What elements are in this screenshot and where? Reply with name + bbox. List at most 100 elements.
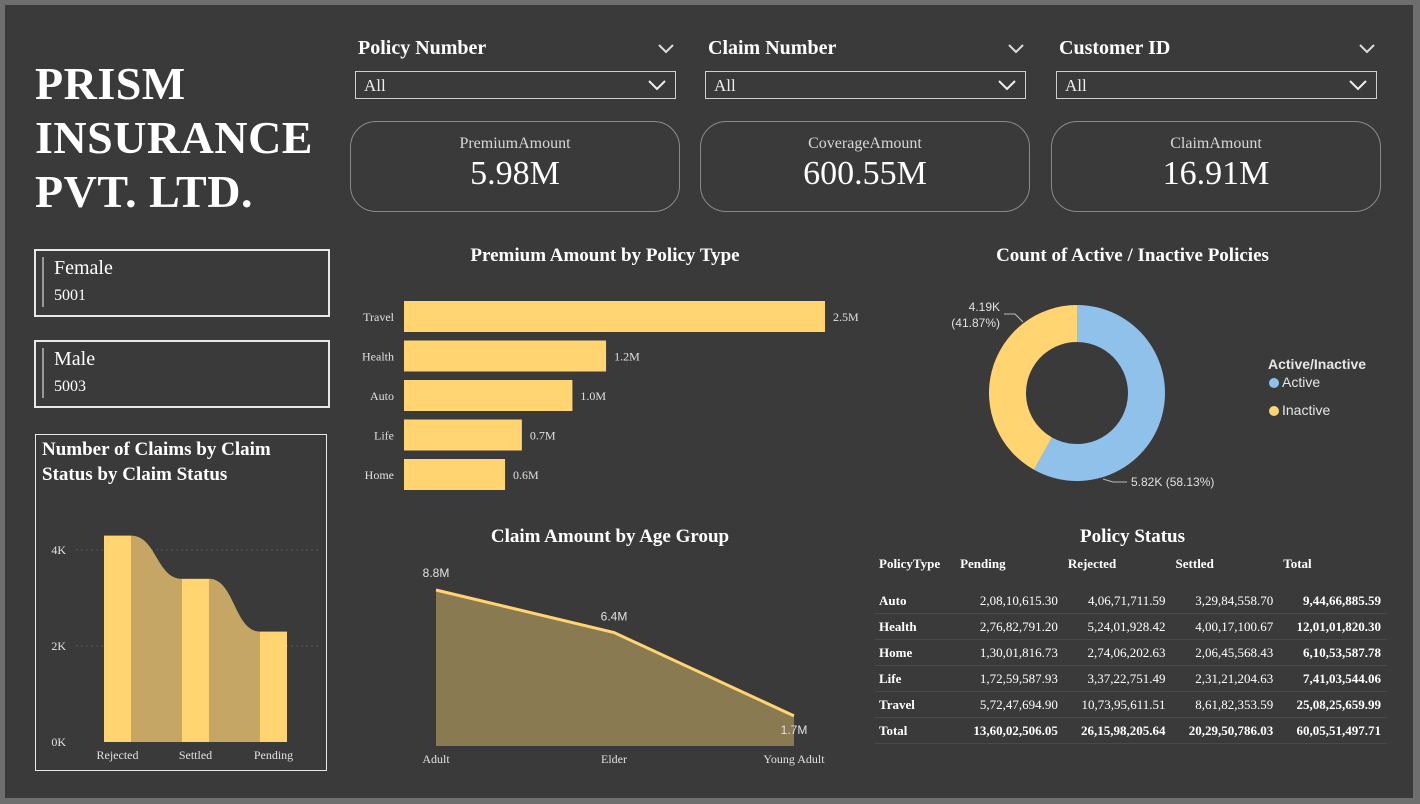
company-title-line1: PRISM	[35, 58, 186, 109]
chevron-down-icon[interactable]	[1007, 43, 1025, 55]
kpi-claim-amount: ClaimAmount 16.91M	[1051, 121, 1381, 212]
table-row[interactable]: Travel 5,72,47,694.90 10,73,95,611.51 8,61,…	[875, 691, 1387, 718]
category-label: Travel	[363, 310, 395, 324]
slicer-policy-number[interactable]: Policy Number All	[355, 37, 677, 107]
active-inactive-donut-chart: 5.82K (58.13%) 4.19K (41.87%) Active/Inacti…	[951, 300, 1366, 489]
card-accent-bar	[42, 348, 44, 398]
table-row[interactable]: Life 1,72,59,587.93 3,37,22,751.49 2,31,21,…	[875, 665, 1387, 692]
claim-by-age-chart: 8.8M Adult 6.4M Elder 1.7M Young Adult	[422, 566, 825, 766]
premium-by-policy-chart: Travel 2.5M Health 1.2M Auto 1.0M Life 0.7M Home…	[362, 301, 859, 490]
column-header[interactable]: Settled	[1172, 556, 1280, 588]
row-label: Travel	[875, 691, 957, 718]
category-label: Auto	[370, 389, 394, 403]
data-label: (41.87%)	[951, 316, 1000, 330]
policy-number-dropdown[interactable]: All	[355, 71, 676, 99]
slicer-label: Policy Number	[358, 37, 487, 59]
slicer-customer-id[interactable]: Customer ID All	[1056, 37, 1378, 107]
table-cell: 12,01,01,820.30	[1279, 613, 1387, 640]
leader-line	[1004, 313, 1024, 323]
category-label: Life	[374, 429, 394, 443]
row-label: Auto	[875, 588, 957, 614]
chart-title: Claim Amount by Age Group	[490, 526, 730, 547]
column-header[interactable]: PolicyType	[875, 556, 956, 588]
company-title-line2: INSURANCE	[35, 112, 313, 163]
data-label: 2.5M	[833, 310, 859, 324]
kpi-value: 5.98M	[470, 155, 560, 192]
bar	[404, 340, 607, 372]
chevron-down-icon	[998, 80, 1016, 91]
customer-id-dropdown[interactable]: All	[1056, 71, 1377, 99]
table-cell: 2,31,21,204.63	[1171, 665, 1280, 692]
table-cell: 60,05,51,497.71	[1279, 717, 1387, 744]
claim-number-dropdown[interactable]: All	[705, 71, 1026, 99]
kpi-value: 600.55M	[803, 155, 927, 192]
category-label: Adult	[422, 752, 450, 766]
gender-label: Female	[54, 257, 113, 279]
claims-by-status-chart: 0K 2K 4K Rejected Settled Pending	[51, 535, 321, 762]
table-cell: 25,08,25,659.99	[1279, 691, 1387, 718]
policy-status-table: PolicyType Pending Rejected Settled Tota…	[875, 556, 1387, 744]
table-body: Auto 2,08,10,615.30 4,06,71,711.59 3,29,84,…	[875, 588, 1387, 744]
table-cell: 1,30,01,816.73	[956, 639, 1064, 666]
company-title-line3: PVT. LTD.	[35, 166, 253, 217]
table-row[interactable]: Health 2,76,82,791.20 5,24,01,928.42 4,00,1…	[875, 613, 1387, 640]
dashboard-canvas: PRISM INSURANCE PVT. LTD. Policy Number …	[5, 5, 1413, 798]
table-cell: 4,06,71,711.59	[1063, 588, 1172, 614]
category-label: Settled	[179, 748, 212, 762]
kpi-value: 16.91M	[1162, 155, 1270, 192]
slicer-claim-number[interactable]: Claim Number All	[705, 37, 1027, 107]
chevron-down-icon[interactable]	[657, 43, 675, 55]
table-row[interactable]: Home 1,30,01,816.73 2,74,06,202.63 2,06,45,…	[875, 639, 1387, 666]
policy-status-table-wrap: PolicyType Pending Rejected Settled Tota…	[875, 556, 1390, 744]
company-title: PRISM INSURANCE PVT. LTD.	[35, 57, 313, 219]
data-label: 4.19K	[969, 300, 1000, 314]
dropdown-value: All	[714, 76, 736, 95]
tick-label: 2K	[51, 639, 66, 653]
table-cell: 7,41,03,544.06	[1279, 665, 1387, 692]
gender-value: 5001	[54, 287, 86, 304]
table-cell: 3,29,84,558.70	[1171, 588, 1280, 614]
bar	[404, 459, 506, 490]
bar	[404, 419, 522, 451]
row-label: Health	[875, 613, 957, 640]
category-label: Rejected	[97, 748, 139, 762]
dropdown-value: All	[1065, 76, 1087, 95]
chart-title: Premium Amount by Policy Type	[470, 245, 740, 266]
data-label: 1.2M	[614, 350, 640, 364]
bar	[404, 301, 825, 332]
column-header[interactable]: Total	[1279, 556, 1387, 588]
kpi-label: PremiumAmount	[459, 135, 571, 152]
table-total-row[interactable]: Total 13,60,02,506.05 26,15,98,205.64 20,29…	[875, 717, 1387, 744]
ribbon	[131, 535, 182, 742]
kpi-premium-amount: PremiumAmount 5.98M	[350, 121, 680, 212]
data-label: 8.8M	[423, 566, 450, 580]
table-cell: 20,29,50,786.03	[1171, 717, 1280, 744]
table-row[interactable]: Auto 2,08,10,615.30 4,06,71,711.59 3,29,84,…	[875, 588, 1387, 614]
ribbon	[209, 578, 260, 742]
category-label: Young Adult	[763, 752, 825, 766]
row-label: Total	[875, 717, 957, 744]
tick-label: 4K	[51, 543, 66, 557]
bar	[404, 380, 573, 411]
column-header[interactable]: Pending	[956, 556, 1064, 588]
table-cell: 13,60,02,506.05	[956, 717, 1064, 744]
dropdown-value: All	[364, 76, 386, 95]
chevron-down-icon[interactable]	[1358, 43, 1376, 55]
table-cell: 2,74,06,202.63	[1063, 639, 1172, 666]
bar	[182, 578, 209, 742]
table-cell: 8,61,82,353.59	[1171, 691, 1280, 718]
gender-label: Male	[54, 348, 96, 370]
bar	[104, 535, 131, 742]
table-title: Policy Status	[1079, 526, 1186, 547]
kpi-label: CoverageAmount	[808, 135, 922, 152]
data-label: 1.0M	[580, 389, 606, 403]
legend-title: Active/Inactive	[1268, 356, 1366, 372]
chevron-down-icon	[648, 80, 666, 91]
legend-marker	[1269, 406, 1279, 416]
table-cell: 5,24,01,928.42	[1063, 613, 1172, 640]
column-header[interactable]: Rejected	[1064, 556, 1172, 588]
data-label: 1.7M	[781, 723, 808, 737]
table-cell: 2,76,82,791.20	[956, 613, 1064, 640]
table-cell: 2,08,10,615.30	[956, 588, 1064, 614]
legend-item: Active	[1282, 374, 1320, 390]
